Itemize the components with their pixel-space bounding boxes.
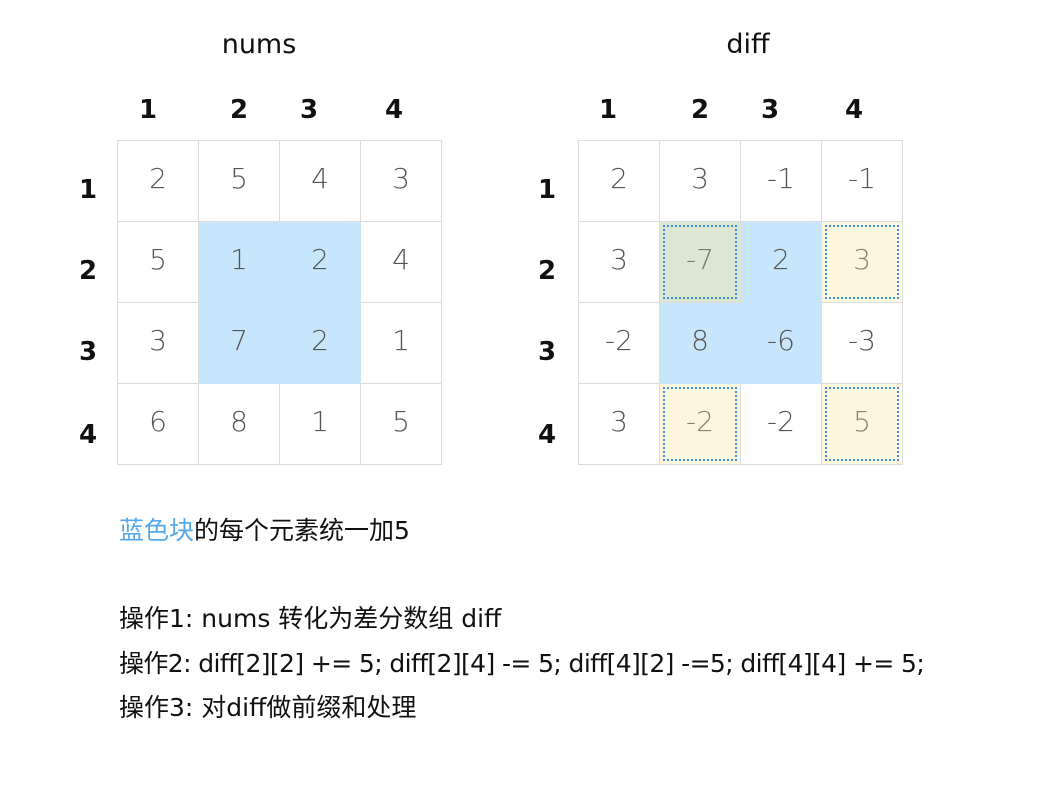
nums-cell: 3 — [361, 141, 442, 222]
nums-cell: 1 — [361, 303, 442, 384]
caption: 蓝色块的每个元素统一加5 — [119, 515, 410, 547]
diff-title: diff — [726, 29, 770, 60]
nums-row-header-2: 2 — [78, 256, 98, 286]
diff-cell-highlighted: 2 — [741, 222, 822, 303]
nums-row-header-3: 3 — [78, 337, 98, 367]
nums-cell-highlighted: 1 — [199, 222, 280, 303]
nums-title: nums — [221, 29, 297, 60]
diff-col-header-3: 3 — [760, 95, 780, 125]
nums-cell: 2 — [118, 141, 199, 222]
operation-1: 操作1: nums 转化为差分数组 diff — [119, 604, 502, 633]
nums-cell: 6 — [118, 384, 199, 465]
operation-3: 操作3: 对diff做前缀和处理 — [119, 693, 417, 722]
diff-cell: -1 — [741, 141, 822, 222]
nums-cell: 4 — [280, 141, 361, 222]
nums-cell-highlighted: 2 — [280, 303, 361, 384]
nums-cell: 5 — [361, 384, 442, 465]
nums-col-header-2: 2 — [229, 95, 249, 125]
nums-cell: 5 — [199, 141, 280, 222]
diff-cell: 3 — [579, 384, 660, 465]
diff-grid: 2 3 -1 -1 3 -7 2 3 -2 8 -6 -3 3 -2 -2 5 — [578, 140, 903, 465]
nums-row-header-1: 1 — [78, 175, 98, 205]
operation-2: 操作2: diff[2][2] += 5; diff[2][4] -= 5; d… — [119, 649, 925, 678]
nums-cell: 3 — [118, 303, 199, 384]
diff-cell: -3 — [822, 303, 903, 384]
diff-cell-updated: 3 — [822, 222, 903, 303]
nums-cell-highlighted: 2 — [280, 222, 361, 303]
diff-cell-updated: -7 — [660, 222, 741, 303]
diff-col-header-2: 2 — [690, 95, 710, 125]
nums-cell: 4 — [361, 222, 442, 303]
nums-col-header-1: 1 — [138, 95, 158, 125]
caption-rest: 的每个元素统一加5 — [194, 516, 410, 545]
diff-cell: -2 — [741, 384, 822, 465]
nums-cell-highlighted: 7 — [199, 303, 280, 384]
diff-row-header-2: 2 — [537, 256, 557, 286]
diff-row-header-1: 1 — [537, 175, 557, 205]
nums-row-header-4: 4 — [78, 420, 98, 450]
diff-cell-updated: 5 — [822, 384, 903, 465]
diff-cell: 2 — [579, 141, 660, 222]
diff-cell-highlighted: 8 — [660, 303, 741, 384]
nums-cell: 8 — [199, 384, 280, 465]
diff-col-header-4: 4 — [844, 95, 864, 125]
diff-cell: -1 — [822, 141, 903, 222]
nums-col-header-4: 4 — [384, 95, 404, 125]
nums-grid: 2 5 4 3 5 1 2 4 3 7 2 1 6 8 1 5 — [117, 140, 442, 465]
diff-col-header-1: 1 — [598, 95, 618, 125]
diff-cell: 3 — [660, 141, 741, 222]
diff-cell-updated: -2 — [660, 384, 741, 465]
nums-cell: 5 — [118, 222, 199, 303]
caption-blue-block: 蓝色块 — [119, 516, 195, 545]
nums-col-header-3: 3 — [299, 95, 319, 125]
diff-cell: 3 — [579, 222, 660, 303]
diff-cell-highlighted: -6 — [741, 303, 822, 384]
diff-row-header-3: 3 — [537, 337, 557, 367]
diff-cell: -2 — [579, 303, 660, 384]
nums-cell: 1 — [280, 384, 361, 465]
diff-row-header-4: 4 — [537, 420, 557, 450]
